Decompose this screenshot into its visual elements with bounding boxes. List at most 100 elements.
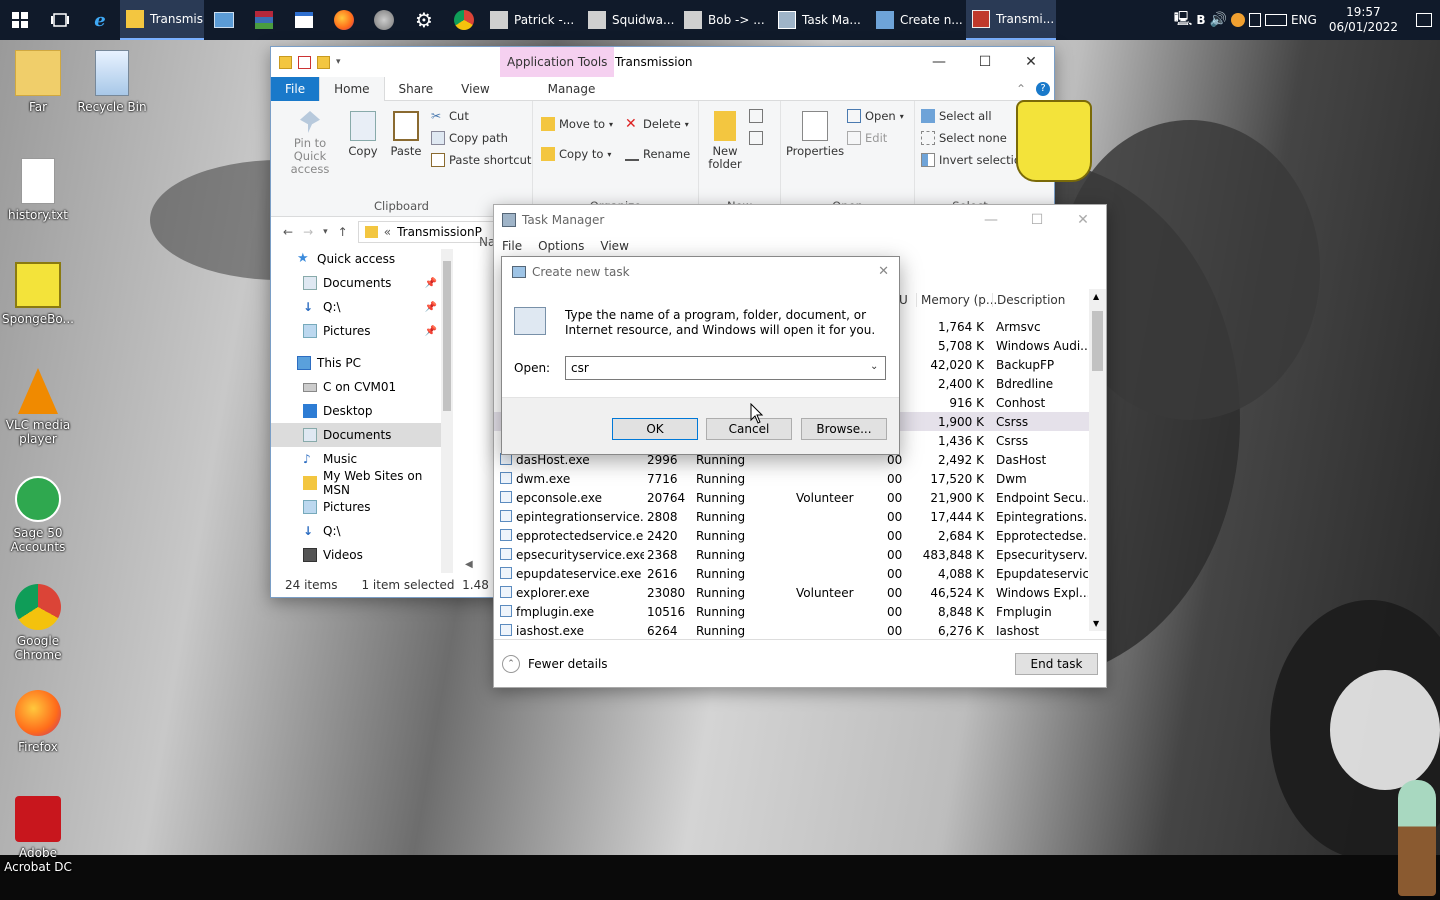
nav-q-drive[interactable]: ↓ Q:\ — [271, 519, 441, 543]
help-icon[interactable]: ? — [1032, 77, 1054, 101]
forward-arrow-icon[interactable]: → — [303, 225, 313, 239]
nav-my-web-sites[interactable]: My Web Sites on MSN — [271, 469, 449, 497]
taskbar-ie-icon[interactable]: e — [80, 0, 120, 40]
open-button[interactable]: Open ▾ — [847, 109, 904, 123]
taskbar-control-panel-icon[interactable] — [204, 0, 244, 40]
taskbar-app-create-new-task[interactable]: Create n... — [870, 0, 966, 40]
recent-chevron-icon[interactable]: ▾ — [323, 227, 328, 237]
tab-home[interactable]: Home — [319, 76, 385, 101]
chevron-up-icon[interactable]: ⌃ — [1010, 77, 1032, 101]
language-indicator[interactable]: ENG — [1291, 13, 1317, 27]
select-none-button[interactable]: Select none — [921, 131, 1007, 145]
taskbar-app-transmission[interactable]: Transmi... — [966, 0, 1056, 40]
new-folder-button[interactable]: New folder — [703, 111, 747, 171]
taskbar-gear-icon[interactable]: ⚙ — [404, 0, 444, 40]
taskbar-app-patrick[interactable]: Patrick -... — [484, 0, 582, 40]
up-arrow-icon[interactable]: ↑ — [338, 225, 348, 239]
desktop-icon-sage[interactable]: Sage 50 Accounts — [0, 476, 76, 554]
move-to-button[interactable]: Move to ▾ — [541, 117, 613, 131]
process-row[interactable]: explorer.exe 23080 Running Volunteer 00 46,52… — [494, 583, 1092, 602]
process-list-scrollbar[interactable]: ▲ ▼ — [1089, 289, 1106, 631]
taskbar-app-bob[interactable]: Bob -> ... — [678, 0, 772, 40]
nav-c-on-cvm01[interactable]: C on CVM01 — [271, 375, 441, 399]
tab-share[interactable]: Share — [385, 77, 448, 101]
desktop-icon-far[interactable]: Far — [0, 50, 76, 114]
desktop-icon-history[interactable]: history.txt — [0, 158, 76, 222]
process-row[interactable]: epupdateservice.exe 2616 Running 00 4,088 KE… — [494, 564, 1092, 583]
edit-button[interactable]: Edit — [847, 131, 887, 145]
nav-videos[interactable]: Videos — [271, 543, 441, 567]
volume-icon[interactable]: 🔊 — [1210, 12, 1227, 28]
nav-scrollbar[interactable] — [441, 249, 453, 583]
new-folder-icon[interactable] — [317, 55, 330, 69]
copy-button[interactable]: Copy — [343, 111, 383, 158]
tab-manage[interactable]: Manage — [534, 77, 610, 101]
scroll-down-icon[interactable]: ▼ — [1093, 619, 1099, 628]
browse-button[interactable]: Browse... — [801, 418, 887, 440]
minimize-button[interactable]: — — [968, 205, 1014, 235]
taskbar-app-transmission-folder[interactable]: Transmis... — [120, 0, 204, 40]
paste-button[interactable]: Paste — [385, 111, 427, 158]
nav-pictures-pinned[interactable]: Pictures 📌 — [271, 319, 441, 343]
end-task-button[interactable]: End task — [1015, 652, 1098, 675]
taskbar-paint-icon[interactable] — [364, 0, 404, 40]
scroll-up-icon[interactable]: ▲ — [1093, 292, 1099, 301]
taskbar-firefox-icon[interactable] — [324, 0, 364, 40]
nav-this-pc[interactable]: This PC — [271, 351, 441, 375]
process-row[interactable]: iashost.exe 6264 Running 00 6,276 K Iashost — [494, 621, 1092, 640]
desktop-icon-recycle-bin[interactable]: Recycle Bin — [74, 50, 150, 114]
taskbar-winrar-icon[interactable] — [244, 0, 284, 40]
column-memory[interactable]: Memory (p... — [916, 293, 997, 307]
process-list-scroll-thumb[interactable] — [1092, 311, 1103, 371]
nav-q-drive-pinned[interactable]: ↓ Q:\ 📌 — [271, 295, 441, 319]
delete-button[interactable]: ✕ Delete ▾ — [625, 117, 689, 131]
invert-selection-button[interactable]: Invert selection — [921, 153, 1028, 167]
process-row[interactable]: epintegrationservice.... 2808 Running 00 17,… — [494, 507, 1092, 526]
new-item-button[interactable] — [749, 109, 763, 123]
taskbar-app-squidward[interactable]: Squidwa... — [582, 0, 678, 40]
menu-options[interactable]: Options — [538, 239, 584, 253]
folder-icon[interactable] — [279, 55, 292, 69]
keyboard-icon[interactable] — [1264, 14, 1287, 26]
cut-button[interactable]: ✂ Cut — [431, 109, 469, 123]
back-arrow-icon[interactable]: ← — [283, 225, 293, 239]
close-icon[interactable]: ✕ — [878, 264, 889, 279]
process-row[interactable]: epprotectedservice.e... 2420 Running 00 2,68… — [494, 526, 1092, 545]
nav-music[interactable]: ♪ Music — [271, 447, 441, 471]
rename-button[interactable]: Rename — [625, 147, 690, 161]
desktop-icon-vlc[interactable]: VLC media player — [0, 368, 76, 446]
column-u[interactable]: U — [899, 293, 908, 307]
tab-file[interactable]: File — [271, 76, 320, 101]
tray-status-icon[interactable] — [1230, 13, 1245, 27]
open-dropdown-chevron-icon[interactable]: ⌄ — [870, 361, 878, 372]
copy-to-button[interactable]: Copy to ▾ — [541, 147, 611, 161]
chevron-down-icon[interactable]: ▾ — [336, 57, 341, 67]
network-icon[interactable]: 🖳 — [1174, 8, 1193, 32]
close-button[interactable]: ✕ — [1060, 205, 1106, 235]
nav-quick-access[interactable]: ★ Quick access — [271, 247, 441, 271]
desktop-icon-acrobat[interactable]: Adobe Acrobat DC — [0, 796, 76, 874]
properties-icon[interactable] — [298, 55, 311, 69]
nav-documents-pinned[interactable]: Documents 📌 — [271, 271, 441, 295]
start-button[interactable] — [0, 0, 40, 40]
cancel-button[interactable]: Cancel — [706, 418, 792, 440]
nav-pictures[interactable]: Pictures — [271, 495, 441, 519]
properties-button[interactable]: Properties — [786, 111, 844, 158]
menu-file[interactable]: File — [502, 239, 522, 253]
taskbar-chrome-icon[interactable] — [444, 0, 484, 40]
nav-documents[interactable]: Documents — [271, 423, 441, 447]
ok-button[interactable]: OK — [612, 418, 698, 440]
close-button[interactable]: ✕ — [1008, 47, 1054, 77]
fewer-details-link[interactable]: Fewer details — [528, 657, 608, 671]
desktop-icon-spongebob[interactable]: SpongeBo... — [0, 262, 76, 326]
pin-to-quick-access-button[interactable]: Pin to Quick access — [277, 111, 343, 176]
easy-access-button[interactable] — [749, 131, 763, 145]
process-row[interactable]: fmplugin.exe 10516 Running 00 8,848 K Fmplugi… — [494, 602, 1092, 621]
tray-tablet-icon[interactable] — [1248, 13, 1261, 27]
notifications-icon[interactable] — [1416, 13, 1432, 27]
fewer-details-icon[interactable]: ⌃ — [502, 654, 520, 673]
paste-shortcut-button[interactable]: Paste shortcut — [431, 153, 531, 167]
maximize-button[interactable]: ☐ — [1014, 205, 1060, 235]
select-all-button[interactable]: Select all — [921, 109, 992, 123]
copy-path-button[interactable]: Copy path — [431, 131, 508, 145]
